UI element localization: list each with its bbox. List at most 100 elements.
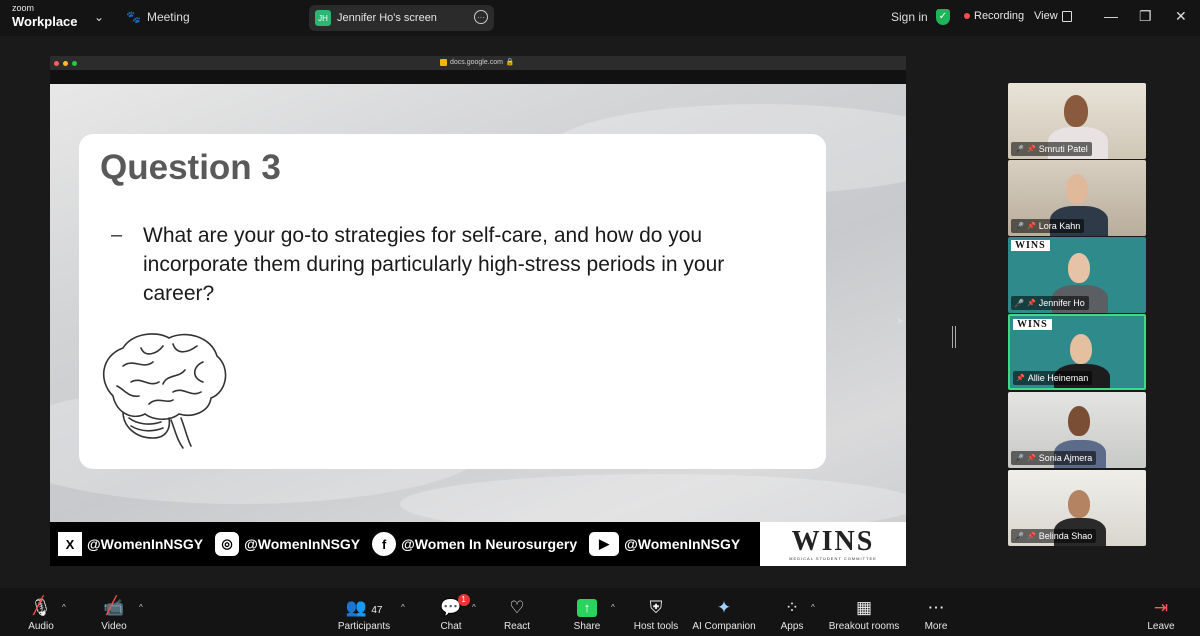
participant-name: Lora Kahn [1038, 221, 1081, 231]
shield-check-icon[interactable]: ✓ [936, 9, 950, 25]
lock-icon: 🔒 [505, 59, 515, 66]
social-item: f @Women In Neurosurgery [372, 532, 577, 556]
leave-icon: ⇥ [1153, 598, 1169, 617]
pin-icon: 📌 [1026, 533, 1036, 540]
social-handle: @WomenInNSGY [244, 536, 361, 552]
participant-name-bar: 🎤 📌 Sonia Ajmera [1011, 451, 1097, 465]
pin-icon: 📌 [1026, 146, 1036, 153]
slide: Question 3 – What are your go-to strateg… [50, 84, 906, 566]
breakout-rooms-button[interactable]: ▦ Breakout rooms [828, 588, 900, 636]
sparkle-icon: ✦ [716, 598, 732, 617]
ai-companion-button[interactable]: ✦ AI Companion [690, 588, 758, 636]
close-dot-icon [54, 60, 59, 66]
leave-button[interactable]: ⇥ Leave [1146, 588, 1176, 636]
audio-options-chevron-icon[interactable]: ^ [62, 603, 66, 612]
apps-icon: ⁘ [784, 598, 800, 617]
pin-icon: 📌 [1026, 223, 1036, 230]
restore-icon[interactable]: ❐ [1139, 8, 1152, 25]
brain-icon [102, 333, 227, 449]
person-face [1066, 174, 1088, 204]
url-bar: docs.google.com 🔒 [440, 58, 515, 66]
person-face [1064, 95, 1088, 127]
social-footer: X @WomenInNSGY ◎ @WomenInNSGY f @Women I… [50, 522, 760, 566]
participants-options-chevron-icon[interactable]: ^ [401, 603, 405, 612]
social-item: ▶ @WomenInNSGY [589, 532, 740, 556]
screen-share-pill[interactable]: JH Jennifer Ho's screen ··· [309, 5, 494, 31]
view-layout-icon[interactable] [1062, 11, 1072, 22]
participant-name-bar: 🎤 📌 Lora Kahn [1011, 219, 1085, 233]
video-tile[interactable]: 🎤 📌 Lora Kahn [1008, 160, 1146, 236]
social-item: X @WomenInNSGY [58, 532, 203, 556]
apps-options-chevron-icon[interactable]: ^ [811, 603, 815, 612]
participant-name: Allie Heineman [1027, 373, 1089, 383]
participant-name: Belinda Shao [1038, 531, 1093, 541]
share-options-chevron-icon[interactable]: ^ [611, 603, 615, 612]
share-label: Share [573, 621, 601, 632]
chat-label: Chat [440, 621, 462, 632]
video-tile-active-speaker[interactable]: WINS 📌 Allie Heineman [1008, 314, 1146, 390]
meeting-menu[interactable]: 🐾 Meeting [126, 10, 190, 24]
participants-button[interactable]: 👥 47 Participants [334, 588, 394, 636]
recording-indicator[interactable]: Recording [964, 10, 1024, 22]
chat-icon: 💬 1 [440, 594, 470, 618]
breakout-grid-icon: ▦ [855, 598, 873, 617]
screen-share-label: Jennifer Ho's screen [337, 12, 437, 24]
participants-icon: 👥 47 [345, 598, 383, 617]
instagram-icon: ◎ [215, 532, 240, 556]
chat-badge: 1 [457, 594, 470, 606]
share-screen-icon: ↑ [577, 599, 597, 617]
video-options-chevron-icon[interactable]: ^ [139, 603, 143, 612]
mic-muted-icon: 🎤 [1014, 221, 1024, 231]
meeting-toolbar: 🎙 ╱ Audio ^ 📹 ╱ Video ^ 👥 47 Participants … [0, 588, 1200, 636]
chat-options-chevron-icon[interactable]: ^ [472, 603, 476, 612]
participant-name: Jennifer Ho [1038, 298, 1085, 308]
more-options-icon[interactable]: ··· [474, 10, 488, 24]
participant-name: Smruti Patel [1038, 144, 1088, 154]
heart-icon: ♡ [509, 598, 525, 617]
video-tile[interactable]: WINS 🎤 📌 Jennifer Ho [1008, 237, 1146, 313]
more-button[interactable]: ⋯ More [922, 588, 950, 636]
avatar: JH [315, 10, 331, 26]
video-tile[interactable]: 🎤 📌 Belinda Shao [1008, 470, 1146, 546]
person-face [1068, 406, 1090, 436]
participants-label: Participants [337, 621, 391, 632]
video-tile[interactable]: 🎤 📌 Smruti Patel [1008, 83, 1146, 159]
question-card: Question 3 – What are your go-to strateg… [79, 134, 826, 469]
minimize-icon[interactable]: — [1104, 8, 1118, 24]
x-icon: X [58, 532, 82, 556]
pin-icon: 📌 [1026, 300, 1036, 307]
chevron-down-icon[interactable]: ⌄ [94, 10, 104, 24]
question-text: What are your go-to strategies for self-… [143, 224, 725, 305]
host-tools-button[interactable]: ⛨ Host tools [632, 588, 680, 636]
sign-in-link[interactable]: Sign in [891, 10, 928, 24]
chat-button[interactable]: 💬 1 Chat [436, 588, 470, 636]
video-tile[interactable]: 🎤 📌 Sonia Ajmera [1008, 392, 1146, 468]
slide-title: Question 3 [100, 148, 281, 187]
video-label: Video [101, 621, 127, 632]
apps-button[interactable]: ⁘ Apps [778, 588, 806, 636]
mic-muted-icon: 🎤 [1014, 453, 1024, 463]
host-shield-icon: ⛨ [649, 598, 663, 617]
video-button[interactable]: 📹 ╱ Video [96, 588, 132, 636]
host-tools-label: Host tools [633, 621, 679, 632]
participant-name: Sonia Ajmera [1038, 453, 1093, 463]
view-button[interactable]: View [1034, 10, 1058, 22]
participant-name-bar: 📌 Allie Heineman [1013, 371, 1093, 385]
minimize-dot-icon [63, 60, 68, 66]
record-dot-icon [964, 13, 970, 19]
youtube-icon: ▶ [589, 532, 620, 556]
meeting-label: Meeting [146, 10, 190, 24]
paw-icon: 🐾 [126, 10, 141, 24]
participant-count: 47 [371, 605, 383, 616]
participant-name-bar: 🎤 📌 Jennifer Ho [1011, 296, 1089, 310]
share-button[interactable]: ↑ Share [570, 588, 604, 636]
mouse-cursor-icon: ➤ [896, 316, 905, 327]
slides-icon [440, 58, 447, 66]
wins-logo-text: WINS [791, 525, 875, 557]
window-dots [54, 60, 77, 66]
wins-logo: WINS MEDICAL STUDENT COMMITTEE [760, 522, 906, 566]
react-button[interactable]: ♡ React [500, 588, 534, 636]
audio-button[interactable]: 🎙 ╱ Audio [22, 588, 60, 636]
gallery-resize-handle[interactable] [952, 326, 956, 348]
close-icon[interactable]: ✕ [1175, 8, 1187, 25]
